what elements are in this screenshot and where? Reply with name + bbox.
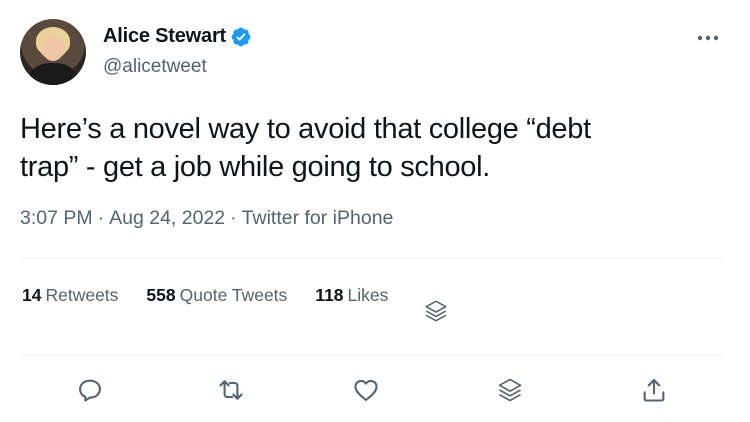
more-horizontal-icon: [697, 35, 719, 41]
tweet-source[interactable]: Twitter for iPhone: [242, 207, 394, 230]
more-options-button[interactable]: [692, 26, 724, 50]
tweet-action-bar: [0, 372, 750, 408]
author-handle[interactable]: @alicetweet: [103, 56, 207, 78]
retweets-stat[interactable]: 14 Retweets: [22, 285, 118, 306]
likes-stat[interactable]: 118 Likes: [315, 285, 388, 306]
like-button[interactable]: [348, 372, 384, 408]
meta-separator: ·: [230, 207, 237, 229]
tweet-time[interactable]: 3:07 PM: [20, 207, 93, 230]
retweets-count: 14: [22, 285, 42, 305]
avatar-body: [30, 63, 76, 85]
retweet-icon: [219, 380, 243, 400]
author-name-row[interactable]: Alice Stewart: [103, 25, 252, 48]
share-icon: [643, 379, 665, 402]
layers-icon: [498, 378, 522, 402]
share-button[interactable]: [636, 372, 672, 408]
verified-badge-icon: [231, 27, 251, 46]
divider: [20, 355, 723, 356]
tweet-text-line: Here’s a novel way to avoid that college…: [20, 113, 591, 145]
layers-button[interactable]: [492, 372, 528, 408]
quote-tweets-stat[interactable]: 558 Quote Tweets: [146, 285, 287, 306]
likes-label: Likes: [347, 285, 389, 305]
meta-separator: ·: [97, 207, 105, 229]
heart-icon: [354, 379, 378, 401]
divider: [20, 258, 723, 259]
reply-button[interactable]: [72, 372, 108, 408]
avatar[interactable]: [20, 19, 86, 85]
likes-count: 118: [315, 285, 344, 305]
author-name[interactable]: Alice Stewart: [103, 25, 226, 48]
tweet-date[interactable]: Aug 24, 2022: [109, 207, 225, 230]
tweet-text: Here’s a novel way to avoid that college…: [20, 110, 720, 186]
retweet-button[interactable]: [213, 372, 249, 408]
tweet-stats: 14 Retweets 558 Quote Tweets 118 Likes: [22, 285, 388, 306]
quote-tweets-label: Quote Tweets: [179, 285, 288, 305]
tweet-meta: 3:07 PM · Aug 24, 2022 · Twitter for iPh…: [20, 207, 393, 230]
retweets-label: Retweets: [45, 285, 119, 305]
quote-tweets-count: 558: [146, 285, 176, 305]
reply-icon: [79, 379, 101, 402]
avatar-face: [42, 35, 64, 61]
layers-icon[interactable]: [423, 298, 449, 324]
tweet-text-line: trap” - get a job while going to school.: [20, 151, 490, 183]
